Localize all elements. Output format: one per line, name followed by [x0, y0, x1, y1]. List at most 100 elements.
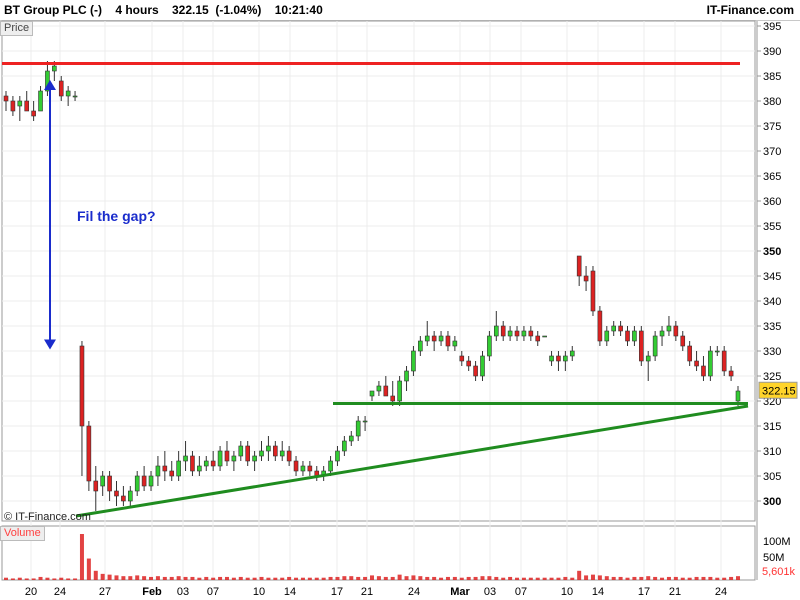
candle-body: [597, 310, 603, 342]
volume-bar: [294, 577, 299, 580]
y-tick-label: 385: [763, 71, 781, 83]
candle-body: [645, 355, 651, 362]
y-tick-label: 345: [763, 271, 781, 283]
candle-body: [452, 340, 458, 347]
x-tick-label: 07: [207, 586, 219, 598]
candle-body: [148, 475, 154, 487]
candle-body: [590, 270, 596, 312]
volume-bar: [411, 575, 416, 580]
overlay-lines: [2, 62, 749, 518]
candle-body: [197, 465, 202, 472]
volume-bar: [549, 577, 554, 580]
candle-body: [680, 335, 686, 347]
candle-body: [735, 390, 741, 402]
candle-body: [3, 95, 9, 102]
volume-bar: [238, 576, 243, 580]
candle-body: [418, 340, 423, 352]
candle-body: [576, 255, 582, 277]
x-tick-label: 17: [331, 586, 343, 598]
volume-bar: [93, 570, 98, 580]
candle-body: [721, 350, 727, 372]
y-tick-label: 330: [763, 346, 781, 358]
candle-body: [404, 370, 409, 382]
volume-bar: [618, 576, 623, 580]
candle-body: [335, 450, 340, 462]
candle-body: [397, 380, 402, 402]
y-tick-label: 315: [763, 421, 781, 433]
y-tick-label: 340: [763, 296, 781, 308]
candle-body: [431, 335, 437, 342]
volume-bar: [31, 578, 36, 580]
volume-bar: [501, 577, 506, 580]
volume-bar: [521, 577, 526, 580]
candle-body: [535, 335, 541, 342]
x-tick-label: 21: [361, 586, 373, 598]
candle-body: [355, 420, 361, 437]
volume-bar: [466, 576, 471, 580]
candle-body: [369, 390, 375, 397]
y-tick-label: 325: [763, 371, 781, 383]
candle-body: [494, 325, 499, 337]
volume-bar: [404, 576, 409, 580]
volume-bar: [114, 575, 119, 580]
y-tick-label: 350: [763, 246, 781, 258]
candle-body: [31, 110, 36, 117]
candle-body: [473, 365, 478, 377]
candle-body: [687, 345, 692, 362]
x-tick-label: 14: [592, 586, 604, 598]
candle-body: [224, 450, 230, 462]
y-tick-label: 360: [763, 196, 781, 208]
volume-bar: [245, 577, 250, 580]
volume-bar: [556, 577, 561, 580]
volume-bar: [452, 576, 457, 580]
volume-bar: [252, 577, 257, 580]
volume-bar: [59, 577, 64, 580]
candle-body: [652, 335, 658, 357]
candle-body: [38, 90, 43, 112]
volume-bar: [673, 576, 678, 580]
y-tick-label: 390: [763, 46, 781, 58]
volume-bar: [231, 577, 236, 580]
candle-body: [24, 100, 30, 112]
candle-body: [259, 450, 264, 457]
volume-bar: [715, 577, 720, 580]
volume-bar: [577, 570, 582, 580]
volume-bar: [508, 576, 513, 580]
candle-body: [659, 330, 665, 337]
watermark-text: © IT-Finance.com: [4, 511, 91, 523]
candle-body: [549, 355, 554, 362]
x-tick-label: 03: [177, 586, 189, 598]
candle-body: [728, 370, 734, 377]
y-tick-label: 335: [763, 321, 781, 333]
candle-body: [348, 435, 354, 442]
candle-body: [411, 350, 416, 372]
volume-bar: [107, 574, 112, 580]
candle-body: [176, 460, 181, 477]
volume-bar: [680, 577, 685, 580]
x-tick-label: 17: [638, 586, 650, 598]
volume-bar: [528, 577, 533, 580]
candle-body: [231, 455, 237, 462]
volume-bar: [729, 576, 734, 580]
x-tick-label: Feb: [142, 586, 162, 598]
candle-body: [500, 325, 506, 337]
volume-bar: [135, 575, 140, 580]
candle-body: [514, 330, 520, 337]
volume-bar: [273, 577, 278, 580]
volume-bar: [666, 576, 671, 580]
volume-bar: [597, 575, 602, 580]
volume-bar: [86, 558, 91, 580]
candle-body: [210, 460, 216, 467]
volume-bar: [694, 576, 699, 580]
candle-body: [128, 490, 133, 502]
volume-bar: [370, 575, 374, 580]
volume-bar: [708, 576, 713, 580]
volume-bar: [349, 576, 354, 580]
candle-body: [487, 335, 492, 357]
candle-body: [183, 455, 188, 462]
candle-body: [424, 335, 430, 342]
y-tick-label: 375: [763, 121, 781, 133]
candle-body: [217, 450, 223, 467]
candle-body: [52, 65, 57, 72]
volume-bar: [328, 576, 333, 580]
